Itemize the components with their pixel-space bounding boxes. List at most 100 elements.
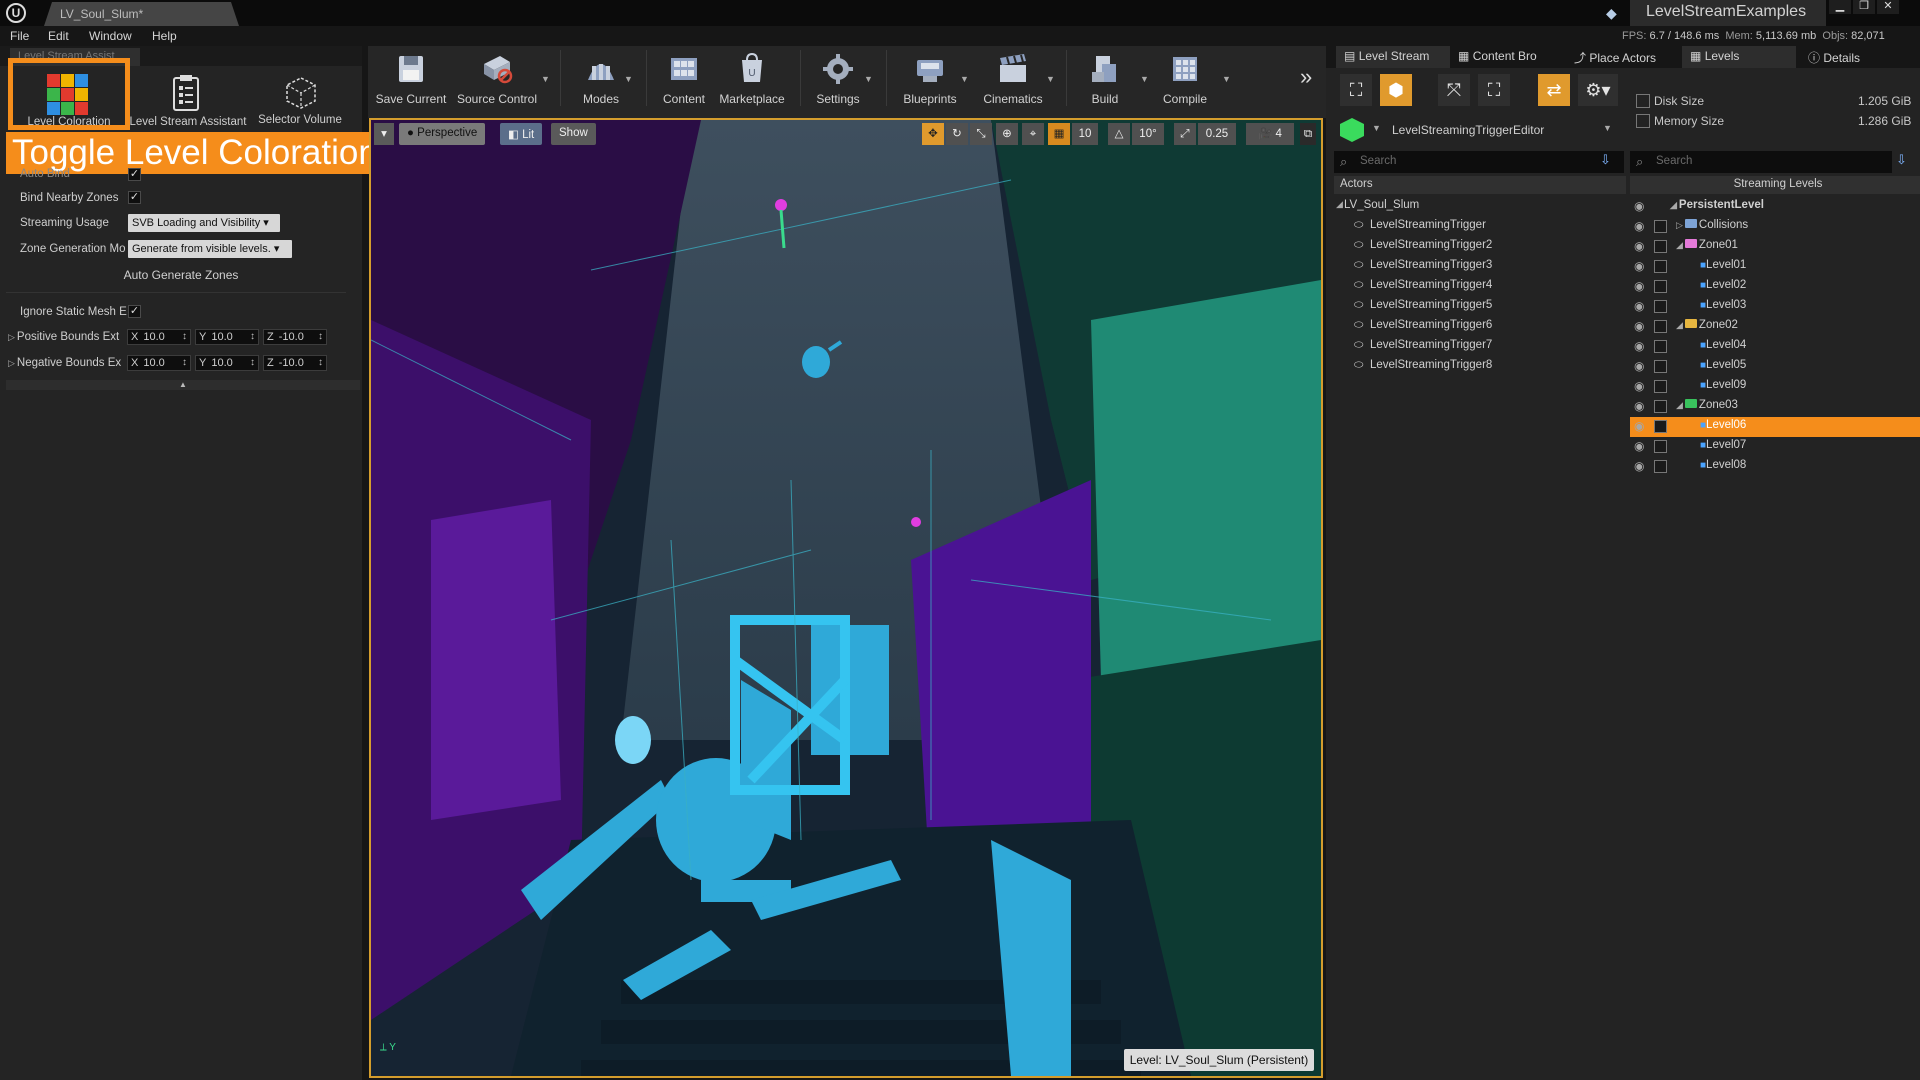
translate-tool-icon[interactable]: ✥: [922, 123, 944, 145]
tab-level-stream[interactable]: ▤ Level Stream: [1336, 46, 1450, 68]
positive-bounds-x[interactable]: X 10.0 ↕: [127, 329, 191, 345]
folder-row[interactable]: ◉ ◢ Zone01: [1630, 237, 1920, 257]
actor-row[interactable]: ⬭ LevelStreamingTrigger2: [1350, 237, 1620, 257]
expand-icon[interactable]: ⤧: [1438, 74, 1470, 106]
perspective-button[interactable]: ● Perspective: [399, 123, 486, 145]
level-stream-assistant-button[interactable]: Level Stream Assistant: [128, 70, 248, 128]
settings-dropdown-icon[interactable]: ▼: [864, 74, 873, 84]
modes-dropdown-icon[interactable]: ▼: [624, 74, 633, 84]
ignore-static-checkbox[interactable]: ✓: [128, 305, 141, 318]
positive-bounds-y[interactable]: Y 10.0 ↕: [195, 329, 259, 345]
level-checkbox[interactable]: [1654, 440, 1667, 453]
visibility-eye-icon[interactable]: ◉: [1634, 439, 1644, 453]
settings-button[interactable]: Settings: [808, 50, 868, 106]
visibility-eye-icon[interactable]: ◉: [1634, 379, 1644, 393]
levels-search-input[interactable]: Search: [1630, 151, 1892, 173]
show-flags-button[interactable]: Show: [551, 123, 596, 145]
cinematics-button[interactable]: Cinematics: [976, 50, 1050, 106]
maximize-button[interactable]: ❐: [1853, 0, 1875, 14]
blueprints-button[interactable]: Blueprints: [894, 50, 966, 106]
level-checkbox[interactable]: [1654, 260, 1667, 273]
collapse-handle[interactable]: ▲: [6, 380, 360, 390]
visibility-eye-icon[interactable]: ◉: [1634, 239, 1644, 253]
level-row[interactable]: ◉ ■Level06: [1630, 417, 1920, 437]
visibility-eye-icon[interactable]: ◉: [1634, 359, 1644, 373]
streaming-usage-dropdown[interactable]: SVB Loading and Visibility ▾: [128, 214, 280, 232]
visibility-eye-icon[interactable]: ◉: [1634, 279, 1644, 293]
save-current-button[interactable]: Save Current: [372, 50, 450, 106]
camera-speed-button[interactable]: 🎥 4: [1246, 123, 1294, 145]
level-row[interactable]: ◉ ■Level05: [1630, 357, 1920, 377]
grid-snap-icon[interactable]: ▦: [1048, 123, 1070, 145]
positive-bounds-z[interactable]: Z -10.0 ↕: [263, 329, 327, 345]
levels-pin-icon[interactable]: ⇩: [1896, 152, 1907, 168]
source-control-dropdown-icon[interactable]: ▼: [541, 74, 550, 84]
panel-settings-gear-icon[interactable]: ⚙▾: [1578, 74, 1618, 106]
actor-row[interactable]: ⬭ LevelStreamingTrigger4: [1350, 277, 1620, 297]
tab-details[interactable]: ⓘ Details: [1800, 46, 1910, 68]
level-row[interactable]: ◉ ■Level02: [1630, 277, 1920, 297]
focus-icon[interactable]: ⛶: [1478, 74, 1510, 106]
negative-bounds-y[interactable]: Y 10.0 ↕: [195, 355, 259, 371]
level-checkbox[interactable]: [1654, 340, 1667, 353]
folder-row[interactable]: ◉ ◢ Zone03: [1630, 397, 1920, 417]
viewport-options-button[interactable]: ▾: [374, 123, 394, 145]
selector-volume-button[interactable]: Selector Volume: [248, 70, 352, 128]
actor-row[interactable]: ⬭ LevelStreamingTrigger5: [1350, 297, 1620, 317]
rotation-snap-icon[interactable]: △: [1108, 123, 1130, 145]
level-row[interactable]: ◉ ■Level03: [1630, 297, 1920, 317]
level-row[interactable]: ◉ ■Level01: [1630, 257, 1920, 277]
visibility-eye-icon[interactable]: ◉: [1634, 319, 1644, 333]
surface-snap-icon[interactable]: ⌖: [1022, 123, 1044, 145]
level-checkbox[interactable]: [1654, 420, 1667, 433]
visibility-eye-icon[interactable]: ◉: [1634, 419, 1644, 433]
swap-icon[interactable]: ⇄: [1538, 74, 1570, 106]
close-button[interactable]: ✕: [1877, 0, 1899, 14]
rotation-snap-value[interactable]: 10°: [1132, 123, 1164, 145]
compile-button[interactable]: Compile: [1154, 50, 1216, 106]
level-checkbox[interactable]: [1654, 220, 1667, 233]
blueprints-dropdown-icon[interactable]: ▼: [960, 74, 969, 84]
folder-row[interactable]: ◉ ▷ Collisions: [1630, 217, 1920, 237]
grid-snap-value[interactable]: 10: [1072, 123, 1098, 145]
auto-bind-checkbox[interactable]: ✓: [128, 168, 141, 181]
tab-place-actors[interactable]: ⤴ Place Actors: [1566, 46, 1668, 68]
build-button[interactable]: Build: [1074, 50, 1136, 106]
negative-bounds-x[interactable]: X 10.0 ↕: [127, 355, 191, 371]
pin-icon[interactable]: ⇩: [1600, 152, 1611, 168]
menu-help[interactable]: Help: [152, 29, 177, 43]
trigger-editor-menu-icon[interactable]: ▼: [1603, 123, 1612, 133]
project-name-tab[interactable]: LevelStreamExamples: [1630, 0, 1826, 26]
cinematics-dropdown-icon[interactable]: ▼: [1046, 74, 1055, 84]
actor-row[interactable]: ⬭ LevelStreamingTrigger3: [1350, 257, 1620, 277]
scale-tool-icon[interactable]: ⤡: [970, 123, 992, 145]
minimize-button[interactable]: ▁: [1829, 0, 1851, 14]
tab-content-browser[interactable]: ▦ Content Bro: [1450, 46, 1570, 68]
level-checkbox[interactable]: [1654, 400, 1667, 413]
visibility-eye-icon[interactable]: ◉: [1634, 299, 1644, 313]
folder-row[interactable]: ◉ ◢ Zone02: [1630, 317, 1920, 337]
visibility-eye-icon[interactable]: ◉: [1634, 199, 1644, 213]
visibility-eye-icon[interactable]: ◉: [1634, 399, 1644, 413]
menu-file[interactable]: File: [10, 29, 29, 43]
visibility-eye-icon[interactable]: ◉: [1634, 459, 1644, 473]
level-row[interactable]: ◉ ■Level07: [1630, 437, 1920, 457]
level-checkbox[interactable]: [1654, 320, 1667, 333]
level-row[interactable]: ◉ ■Level08: [1630, 457, 1920, 477]
toolbar-expand-icon[interactable]: »: [1300, 64, 1312, 90]
rotate-tool-icon[interactable]: ↻: [946, 123, 968, 145]
compile-dropdown-icon[interactable]: ▼: [1222, 74, 1231, 84]
level-row[interactable]: ◉ ■Level09: [1630, 377, 1920, 397]
actors-search-input[interactable]: Search: [1334, 151, 1624, 173]
tab-levels[interactable]: ▦ Levels: [1682, 46, 1796, 68]
level-checkbox[interactable]: [1654, 360, 1667, 373]
level-checkbox[interactable]: [1654, 240, 1667, 253]
level-checkbox[interactable]: [1654, 380, 1667, 393]
actor-row[interactable]: ⬭ LevelStreamingTrigger6: [1350, 317, 1620, 337]
menu-window[interactable]: Window: [89, 29, 132, 43]
level-checkbox[interactable]: [1654, 280, 1667, 293]
document-tab[interactable]: LV_Soul_Slum*: [44, 2, 239, 26]
actor-row[interactable]: ⬭ LevelStreamingTrigger8: [1350, 357, 1620, 377]
visibility-eye-icon[interactable]: ◉: [1634, 339, 1644, 353]
zone-generation-dropdown[interactable]: Generate from visible levels. ▾: [128, 240, 292, 258]
